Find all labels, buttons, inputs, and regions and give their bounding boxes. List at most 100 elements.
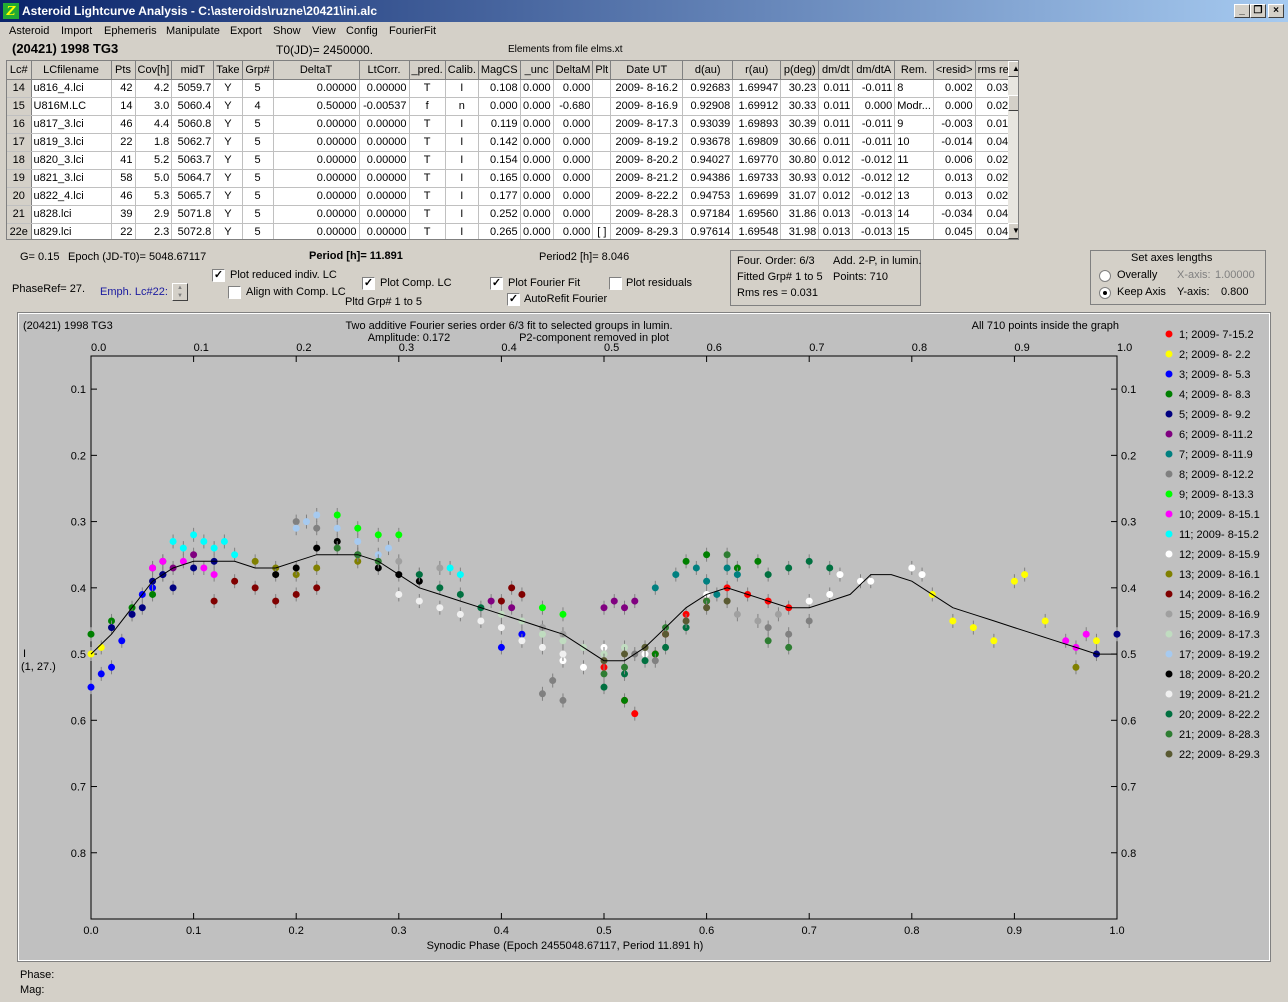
col-header[interactable]: Lc# xyxy=(7,61,32,80)
row-header-cell[interactable]: 15 xyxy=(7,97,32,116)
table-cell[interactable]: 5 xyxy=(242,187,274,206)
data-point[interactable] xyxy=(621,650,629,658)
data-point[interactable] xyxy=(313,524,321,532)
data-point[interactable] xyxy=(97,643,105,651)
table-cell[interactable]: 2009- 8-20.2 xyxy=(610,151,684,170)
table-cell[interactable]: f xyxy=(409,97,446,116)
table-cell[interactable]: u822_4.lci xyxy=(31,187,112,206)
data-point[interactable] xyxy=(508,604,516,612)
table-cell[interactable]: 2009- 8-21.2 xyxy=(610,169,684,188)
row-header-cell[interactable]: 19 xyxy=(7,169,32,188)
data-point[interactable] xyxy=(1082,630,1090,638)
table-cell[interactable]: Y xyxy=(213,223,243,239)
table-cell[interactable]: 5063.7 xyxy=(171,151,215,170)
data-point[interactable] xyxy=(436,584,444,592)
table-cell[interactable]: 31.86 xyxy=(780,205,820,224)
table-cell[interactable]: 0.000 xyxy=(553,151,594,170)
table-cell[interactable]: 30.93 xyxy=(780,169,820,188)
data-point[interactable] xyxy=(949,617,957,625)
data-point[interactable] xyxy=(969,624,977,632)
table-cell[interactable]: u829.lci xyxy=(31,223,112,239)
data-point[interactable] xyxy=(313,511,321,519)
table-cell[interactable]: 0.012 xyxy=(818,169,854,188)
table-cell[interactable]: 5 xyxy=(242,79,274,98)
data-point[interactable] xyxy=(867,577,875,585)
table-cell[interactable]: 0.000 xyxy=(520,151,554,170)
data-point[interactable] xyxy=(826,590,834,598)
table-cell[interactable]: T xyxy=(409,151,446,170)
table-cell[interactable]: -0.003 xyxy=(933,115,976,134)
menu-config[interactable]: Config xyxy=(346,25,378,37)
data-point[interactable] xyxy=(703,604,711,612)
table-cell[interactable]: 0.00000 xyxy=(273,115,360,134)
keep-axis-radio[interactable] xyxy=(1099,287,1111,299)
table-cell[interactable]: 5 xyxy=(242,151,274,170)
data-point[interactable] xyxy=(487,597,495,605)
table-cell[interactable]: 5 xyxy=(242,205,274,224)
data-point[interactable] xyxy=(220,537,228,545)
data-point[interactable] xyxy=(251,584,259,592)
scroll-up-icon[interactable]: ▲ xyxy=(1008,61,1018,77)
data-point[interactable] xyxy=(610,597,618,605)
data-point[interactable] xyxy=(723,564,731,572)
col-header[interactable]: <resid> xyxy=(933,61,976,80)
table-cell[interactable]: 58 xyxy=(111,169,136,188)
overall-radio[interactable] xyxy=(1099,270,1111,282)
table-cell[interactable]: 41 xyxy=(111,151,136,170)
table-cell[interactable]: 4.4 xyxy=(135,115,173,134)
row-header-cell[interactable]: 14 xyxy=(7,79,32,98)
table-cell[interactable] xyxy=(592,115,612,134)
minimize-icon[interactable]: _ xyxy=(1234,4,1250,18)
row-header-cell[interactable]: 21 xyxy=(7,205,32,224)
table-cell[interactable]: 0.165 xyxy=(478,169,521,188)
table-cell[interactable]: 0.94753 xyxy=(682,187,734,206)
table-cell[interactable]: 0.92683 xyxy=(682,79,734,98)
table-cell[interactable]: 0.000 xyxy=(553,115,594,134)
table-cell[interactable]: 0.000 xyxy=(478,97,521,116)
table-cell[interactable]: 0.97184 xyxy=(682,205,734,224)
table-cell[interactable]: 5065.7 xyxy=(171,187,215,206)
menu-show[interactable]: Show xyxy=(273,25,301,37)
col-header[interactable]: Cov[h] xyxy=(135,61,173,80)
data-point[interactable] xyxy=(149,564,157,572)
data-point[interactable] xyxy=(292,524,300,532)
data-point[interactable] xyxy=(149,590,157,598)
table-cell[interactable]: 2.9 xyxy=(135,205,173,224)
data-point[interactable] xyxy=(990,637,998,645)
table-cell[interactable]: 0.011 xyxy=(818,97,854,116)
table-cell[interactable]: 0.00000 xyxy=(359,133,410,152)
data-point[interactable] xyxy=(302,518,310,526)
data-point[interactable] xyxy=(600,604,608,612)
table-cell[interactable]: 42 xyxy=(111,79,136,98)
col-header[interactable]: Calib. xyxy=(445,61,479,80)
table-cell[interactable]: 0.000 xyxy=(520,133,554,152)
table-cell[interactable]: 0.000 xyxy=(520,223,554,239)
data-point[interactable] xyxy=(662,630,670,638)
data-point[interactable] xyxy=(436,604,444,612)
data-point[interactable] xyxy=(785,643,793,651)
table-cell[interactable]: -0.013 xyxy=(852,223,896,239)
menu-view[interactable]: View xyxy=(312,25,336,37)
col-header[interactable]: _unc xyxy=(520,61,554,80)
table-cell[interactable]: 5062.7 xyxy=(171,133,215,152)
row-header-cell[interactable]: 22e xyxy=(7,223,32,239)
align-comp-checkbox[interactable] xyxy=(228,286,241,299)
data-point[interactable] xyxy=(313,544,321,552)
data-point[interactable] xyxy=(333,544,341,552)
col-header[interactable]: Plt xyxy=(592,61,612,80)
data-point[interactable] xyxy=(497,643,505,651)
data-point[interactable] xyxy=(631,597,639,605)
table-cell[interactable]: 0.00000 xyxy=(273,223,360,239)
table-cell[interactable]: 1.69893 xyxy=(732,115,782,134)
data-point[interactable] xyxy=(754,557,762,565)
data-point[interactable] xyxy=(87,683,95,691)
data-point[interactable] xyxy=(97,670,105,678)
col-header[interactable]: Take xyxy=(213,61,243,80)
table-cell[interactable]: 0.011 xyxy=(818,115,854,134)
col-header[interactable]: LtCorr. xyxy=(359,61,410,80)
table-cell[interactable]: 12 xyxy=(894,169,934,188)
table-cell[interactable]: 0.000 xyxy=(520,187,554,206)
table-cell[interactable]: Y xyxy=(213,187,243,206)
table-cell[interactable]: 0.00000 xyxy=(359,79,410,98)
data-point[interactable] xyxy=(138,604,146,612)
